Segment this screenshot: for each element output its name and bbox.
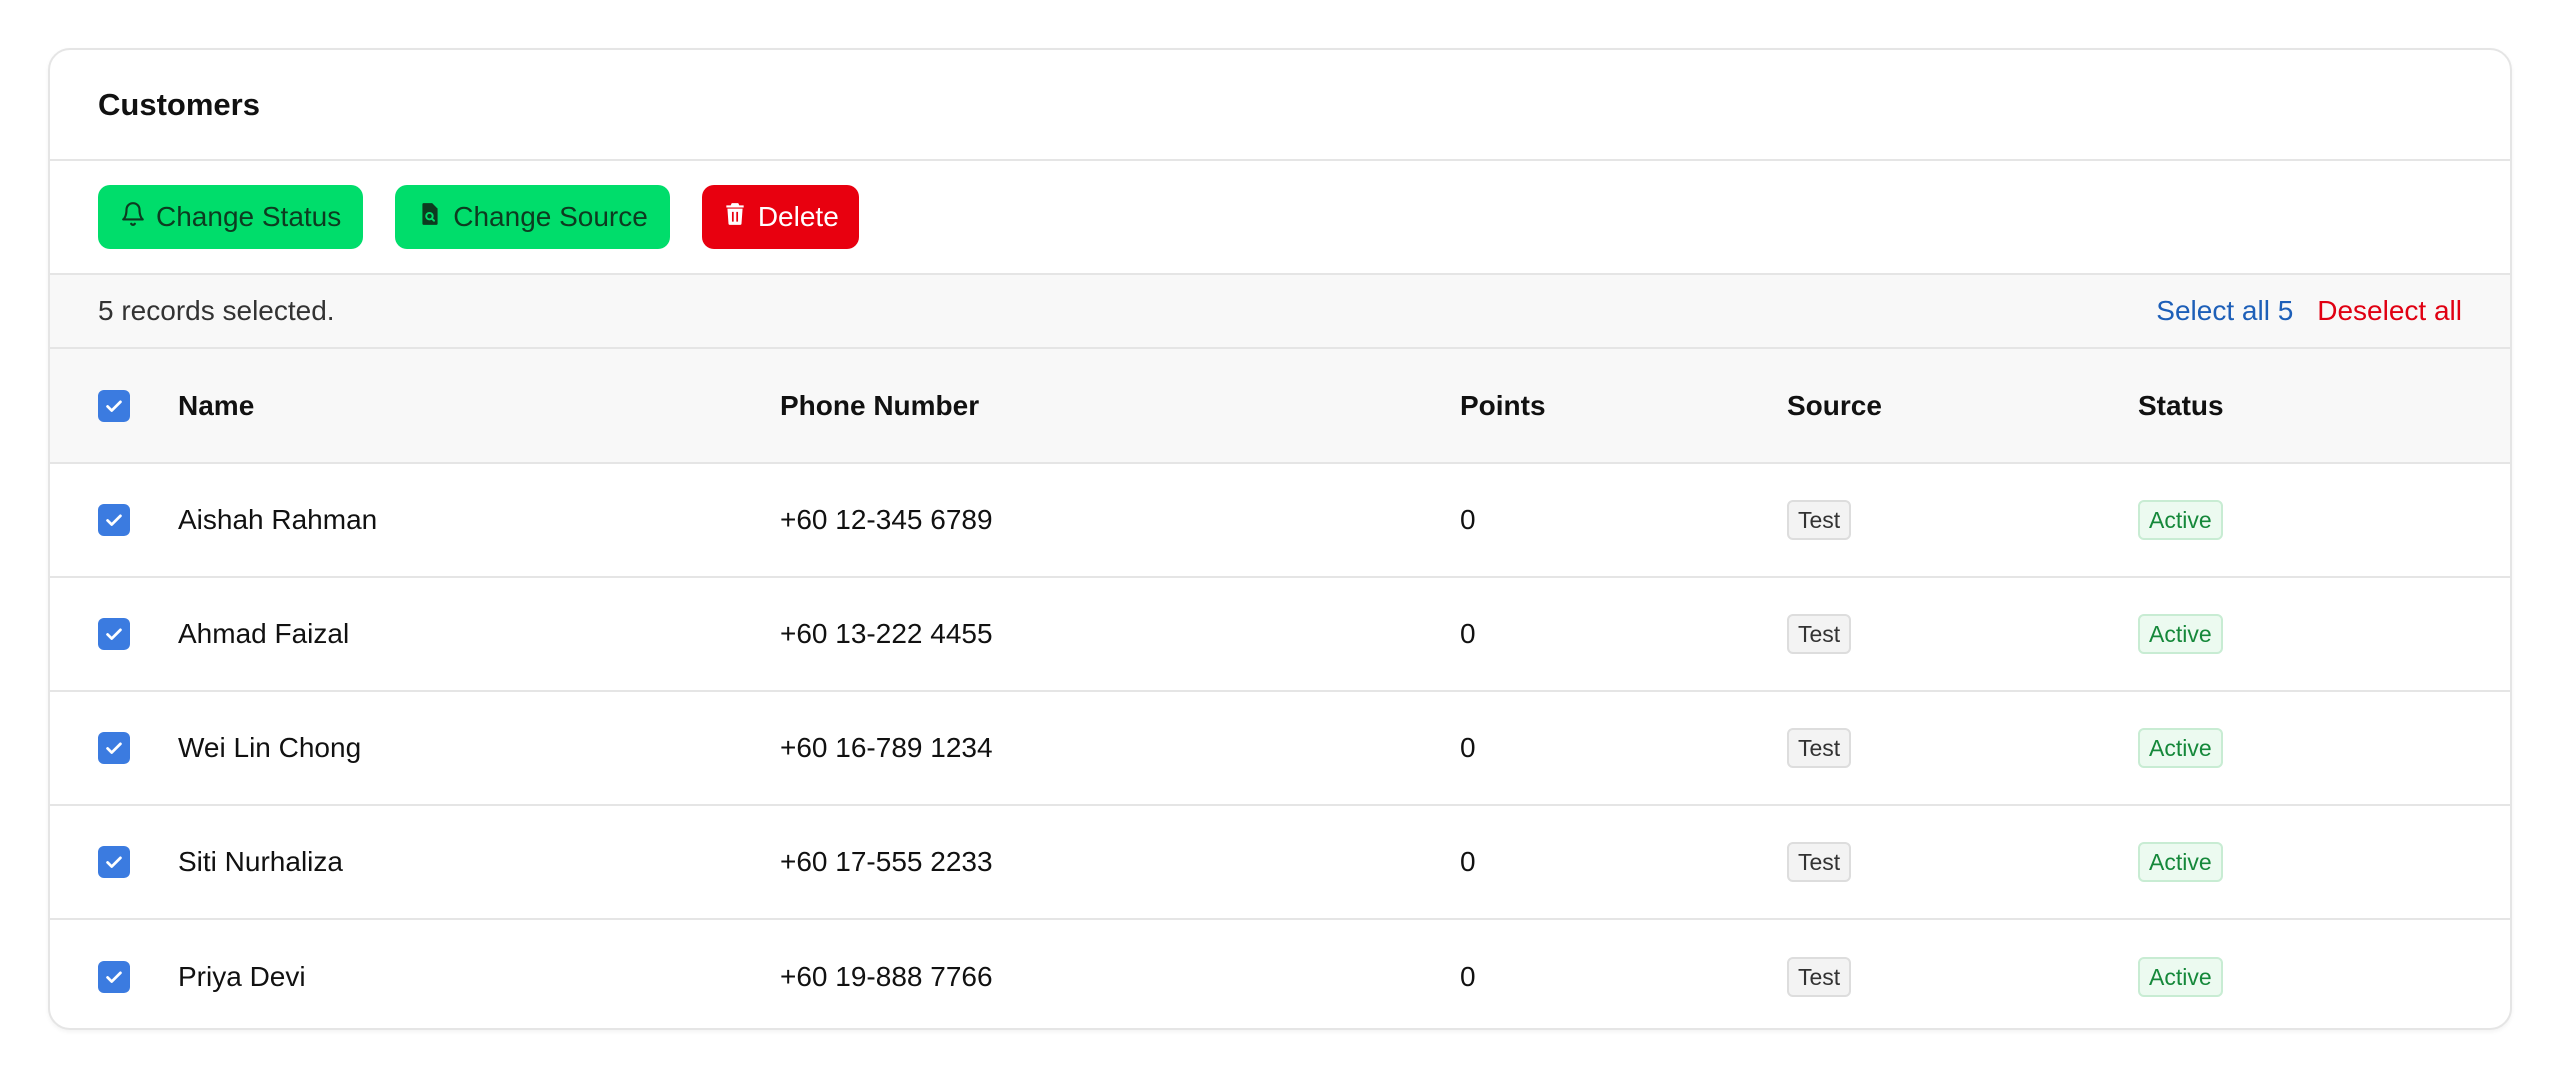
- cell-source: Test: [1787, 577, 2138, 691]
- selection-links: Select all 5 Deselect all: [2156, 295, 2462, 327]
- cell-source: Test: [1787, 805, 2138, 919]
- card-header: Customers: [50, 50, 2510, 161]
- column-header-source[interactable]: Source: [1787, 349, 2138, 463]
- document-search-icon: [417, 201, 443, 234]
- check-icon: [106, 856, 122, 868]
- cell-phone: +60 17-555 2233: [780, 846, 993, 877]
- row-checkbox-cell: [50, 463, 178, 577]
- header-checkbox-cell: [50, 349, 178, 463]
- cell-name: Ahmad Faizal: [178, 618, 350, 649]
- column-header-status[interactable]: Status: [2138, 349, 2510, 463]
- cell-name: Priya Devi: [178, 960, 306, 992]
- cell-status: Active: [2138, 805, 2510, 919]
- status-badge: Active: [2138, 728, 2223, 768]
- cell-name: Siti Nurhaliza: [178, 846, 343, 877]
- delete-button[interactable]: Delete: [701, 185, 859, 249]
- status-badge: Active: [2138, 614, 2223, 654]
- cell-points: 0: [1460, 732, 1476, 763]
- source-badge: Test: [1787, 614, 1852, 654]
- row-checkbox-cell: [50, 691, 178, 805]
- selection-count-text: 5 records selected.: [98, 295, 335, 326]
- table-row[interactable]: Ahmad Faizal +60 13-222 4455 0 Test Acti…: [50, 577, 2510, 691]
- row-checkbox-cell: [50, 919, 178, 1028]
- check-icon: [106, 742, 122, 754]
- column-header-phone[interactable]: Phone Number: [780, 349, 1460, 463]
- cell-name: Aishah Rahman: [178, 504, 378, 535]
- delete-label: Delete: [757, 201, 839, 232]
- cell-points: 0: [1460, 960, 1476, 992]
- row-checkbox[interactable]: [98, 504, 130, 536]
- cell-points: 0: [1460, 504, 1476, 535]
- row-checkbox[interactable]: [98, 846, 130, 878]
- status-badge: Active: [2138, 500, 2223, 540]
- table-row[interactable]: Siti Nurhaliza +60 17-555 2233 0 Test Ac…: [50, 805, 2510, 919]
- cell-source: Test: [1787, 919, 2138, 1028]
- bulk-actions-toolbar: Change Status Change Source Delete: [50, 161, 2510, 275]
- deselect-all-link[interactable]: Deselect all: [2317, 295, 2462, 327]
- cell-phone: +60 13-222 4455: [780, 618, 993, 649]
- table-row[interactable]: Aishah Rahman +60 12-345 6789 0 Test Act…: [50, 463, 2510, 577]
- row-checkbox[interactable]: [98, 960, 130, 993]
- cell-phone: +60 16-789 1234: [780, 732, 993, 763]
- status-badge: Active: [2138, 842, 2223, 882]
- change-status-label: Change Status: [156, 201, 342, 232]
- cell-status: Active: [2138, 691, 2510, 805]
- status-badge: Active: [2138, 956, 2223, 997]
- cell-phone: +60 12-345 6789: [780, 504, 993, 535]
- cell-source: Test: [1787, 463, 2138, 577]
- table-row[interactable]: Priya Devi +60 19-888 7766 0 Test Active: [50, 919, 2510, 1028]
- page-title: Customers: [98, 86, 260, 122]
- cell-phone: +60 19-888 7766: [780, 960, 993, 992]
- customers-table: Name Phone Number Points Source Status A…: [50, 349, 2510, 1028]
- source-badge: Test: [1787, 956, 1852, 997]
- change-source-label: Change Source: [453, 201, 648, 232]
- check-icon: [106, 971, 122, 983]
- table-row[interactable]: Wei Lin Chong +60 16-789 1234 0 Test Act…: [50, 691, 2510, 805]
- cell-points: 0: [1460, 618, 1476, 649]
- cell-name: Wei Lin Chong: [178, 732, 362, 763]
- row-checkbox-cell: [50, 577, 178, 691]
- row-checkbox[interactable]: [98, 618, 130, 650]
- source-badge: Test: [1787, 500, 1852, 540]
- row-checkbox[interactable]: [98, 732, 130, 764]
- cell-status: Active: [2138, 463, 2510, 577]
- selection-bar: 5 records selected. Select all 5 Deselec…: [50, 275, 2510, 349]
- bell-icon: [120, 201, 146, 234]
- check-icon: [106, 628, 122, 640]
- cell-points: 0: [1460, 846, 1476, 877]
- column-header-points[interactable]: Points: [1460, 349, 1787, 463]
- change-status-button[interactable]: Change Status: [98, 185, 364, 249]
- trash-icon: [722, 201, 748, 234]
- cell-source: Test: [1787, 691, 2138, 805]
- cell-status: Active: [2138, 919, 2510, 1028]
- row-checkbox-cell: [50, 805, 178, 919]
- customers-card: Customers Change Status Change Source De…: [48, 48, 2512, 1030]
- column-header-name[interactable]: Name: [178, 349, 780, 463]
- select-all-checkbox[interactable]: [98, 389, 130, 422]
- change-source-button[interactable]: Change Source: [395, 185, 670, 249]
- source-badge: Test: [1787, 728, 1852, 768]
- source-badge: Test: [1787, 842, 1852, 882]
- cell-status: Active: [2138, 577, 2510, 691]
- select-all-link[interactable]: Select all 5: [2156, 295, 2293, 327]
- table-header-row: Name Phone Number Points Source Status: [50, 349, 2510, 463]
- check-icon: [106, 514, 122, 526]
- check-icon: [106, 400, 122, 412]
